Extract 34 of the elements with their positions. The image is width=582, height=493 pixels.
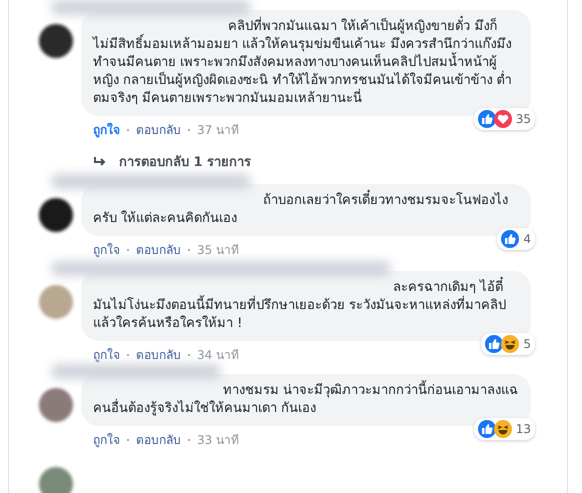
reaction-count: 4	[523, 232, 531, 246]
reaction-count: 13	[516, 422, 531, 436]
reaction-count: 35	[516, 112, 531, 126]
reaction-summary[interactable]: 4	[497, 228, 535, 250]
laughing-face-icon	[494, 420, 512, 438]
reply-arrow-icon	[93, 156, 107, 168]
comment-text: คลิปที่พวกมันแฉมา ให้เค้าเป็นผู้หญิงขายตั๋ว มึงก็ไม่มีสิทธิ์มอมเหล้ามอมยา แล้วให้คนรุมข่มขืนเค้านะ มึงควรสำนึกว่าแก๊งมึงทำจนมีคนตาย เพราะพวกมึงสังคมหลงทางบางคนเห็นคลิปไปสมน้ำหน้าผู้หญิง กลายเป็นผู้หญิงผิดเองซะนิ ทำให้ไอ้พวกทรชนมันได้ใจมีคนเข้าข้าง ต่ำตมจริงๆ มีคนตายเพราะพวกมันมอมเหล้ายานะนี่	[93, 18, 519, 108]
comment-text: ถ้าบอกเลยว่าใครเดี๋ยวทางชมรมจะโนฟองไงครับ ให้แต่ละคนคิดกันเอง	[93, 192, 519, 228]
like-link[interactable]: ถูกใจ	[93, 240, 120, 259]
comment-text: ละครฉากเดิมๆ ไอ้ตี๋มันไม่โง่นะมึงตอนนี้มีทนายที่ปรึกษาเยอะด้วย ระวังมันจะหาแหล่งที่มาคลิปแล้วใครค้นหรือใครให้มา !	[93, 279, 519, 333]
like-link[interactable]: ถูกใจ	[93, 345, 120, 364]
reply-link[interactable]: ตอบกลับ	[136, 120, 181, 139]
timestamp: 33 นาที	[197, 432, 240, 449]
timestamp: 37 นาที	[197, 122, 240, 139]
reaction-summary[interactable]: 13	[474, 418, 535, 440]
like-link[interactable]: ถูกใจ	[93, 430, 120, 449]
view-replies-link[interactable]: การตอบกลับ 1 รายการ	[93, 151, 252, 172]
reply-link[interactable]: ตอบกลับ	[136, 430, 181, 449]
laughing-face-icon	[501, 335, 520, 353]
thumbs-up-icon	[485, 335, 504, 353]
reaction-summary[interactable]: 5	[481, 333, 535, 355]
like-link[interactable]: ถูกใจ	[93, 120, 120, 139]
avatar[interactable]	[39, 198, 73, 232]
reaction-count: 5	[523, 337, 531, 351]
thumbs-up-icon	[501, 230, 520, 248]
reply-link[interactable]: ตอบกลับ	[136, 345, 181, 364]
reaction-summary[interactable]: 35	[474, 108, 535, 130]
avatar[interactable]	[39, 24, 73, 58]
comment-text: ทางชมรม น่าจะมีวุฒิภาวะมากกว่านี้ก่อนเอามาลงแฉ คนอื่นต้องรู้จริงไม่ใช่ให้คนมาเดา กันเอง	[93, 382, 519, 418]
timestamp: 35 นาที	[197, 242, 240, 259]
thumbs-up-icon	[478, 420, 496, 438]
thumbs-up-icon	[478, 110, 496, 128]
reply-link[interactable]: ตอบกลับ	[136, 240, 181, 259]
timestamp: 34 นาที	[197, 347, 240, 364]
